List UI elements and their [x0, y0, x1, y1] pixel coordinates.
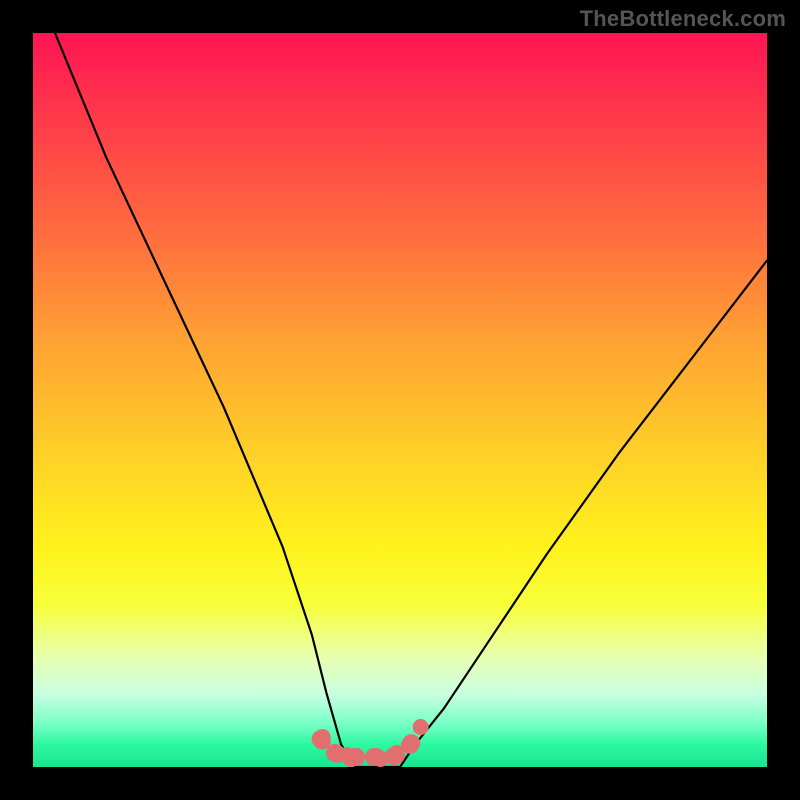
chart-frame: TheBottleneck.com: [0, 0, 800, 800]
bottleneck-curve: [55, 33, 767, 767]
flat-dot: [315, 729, 331, 745]
watermark-text: TheBottleneck.com: [580, 6, 786, 32]
curve-layer: [33, 33, 767, 767]
flat-dot: [373, 751, 389, 767]
plot-area: [33, 33, 767, 767]
flat-dot: [389, 745, 405, 761]
flat-dot: [413, 719, 429, 735]
flat-dot: [343, 751, 359, 767]
